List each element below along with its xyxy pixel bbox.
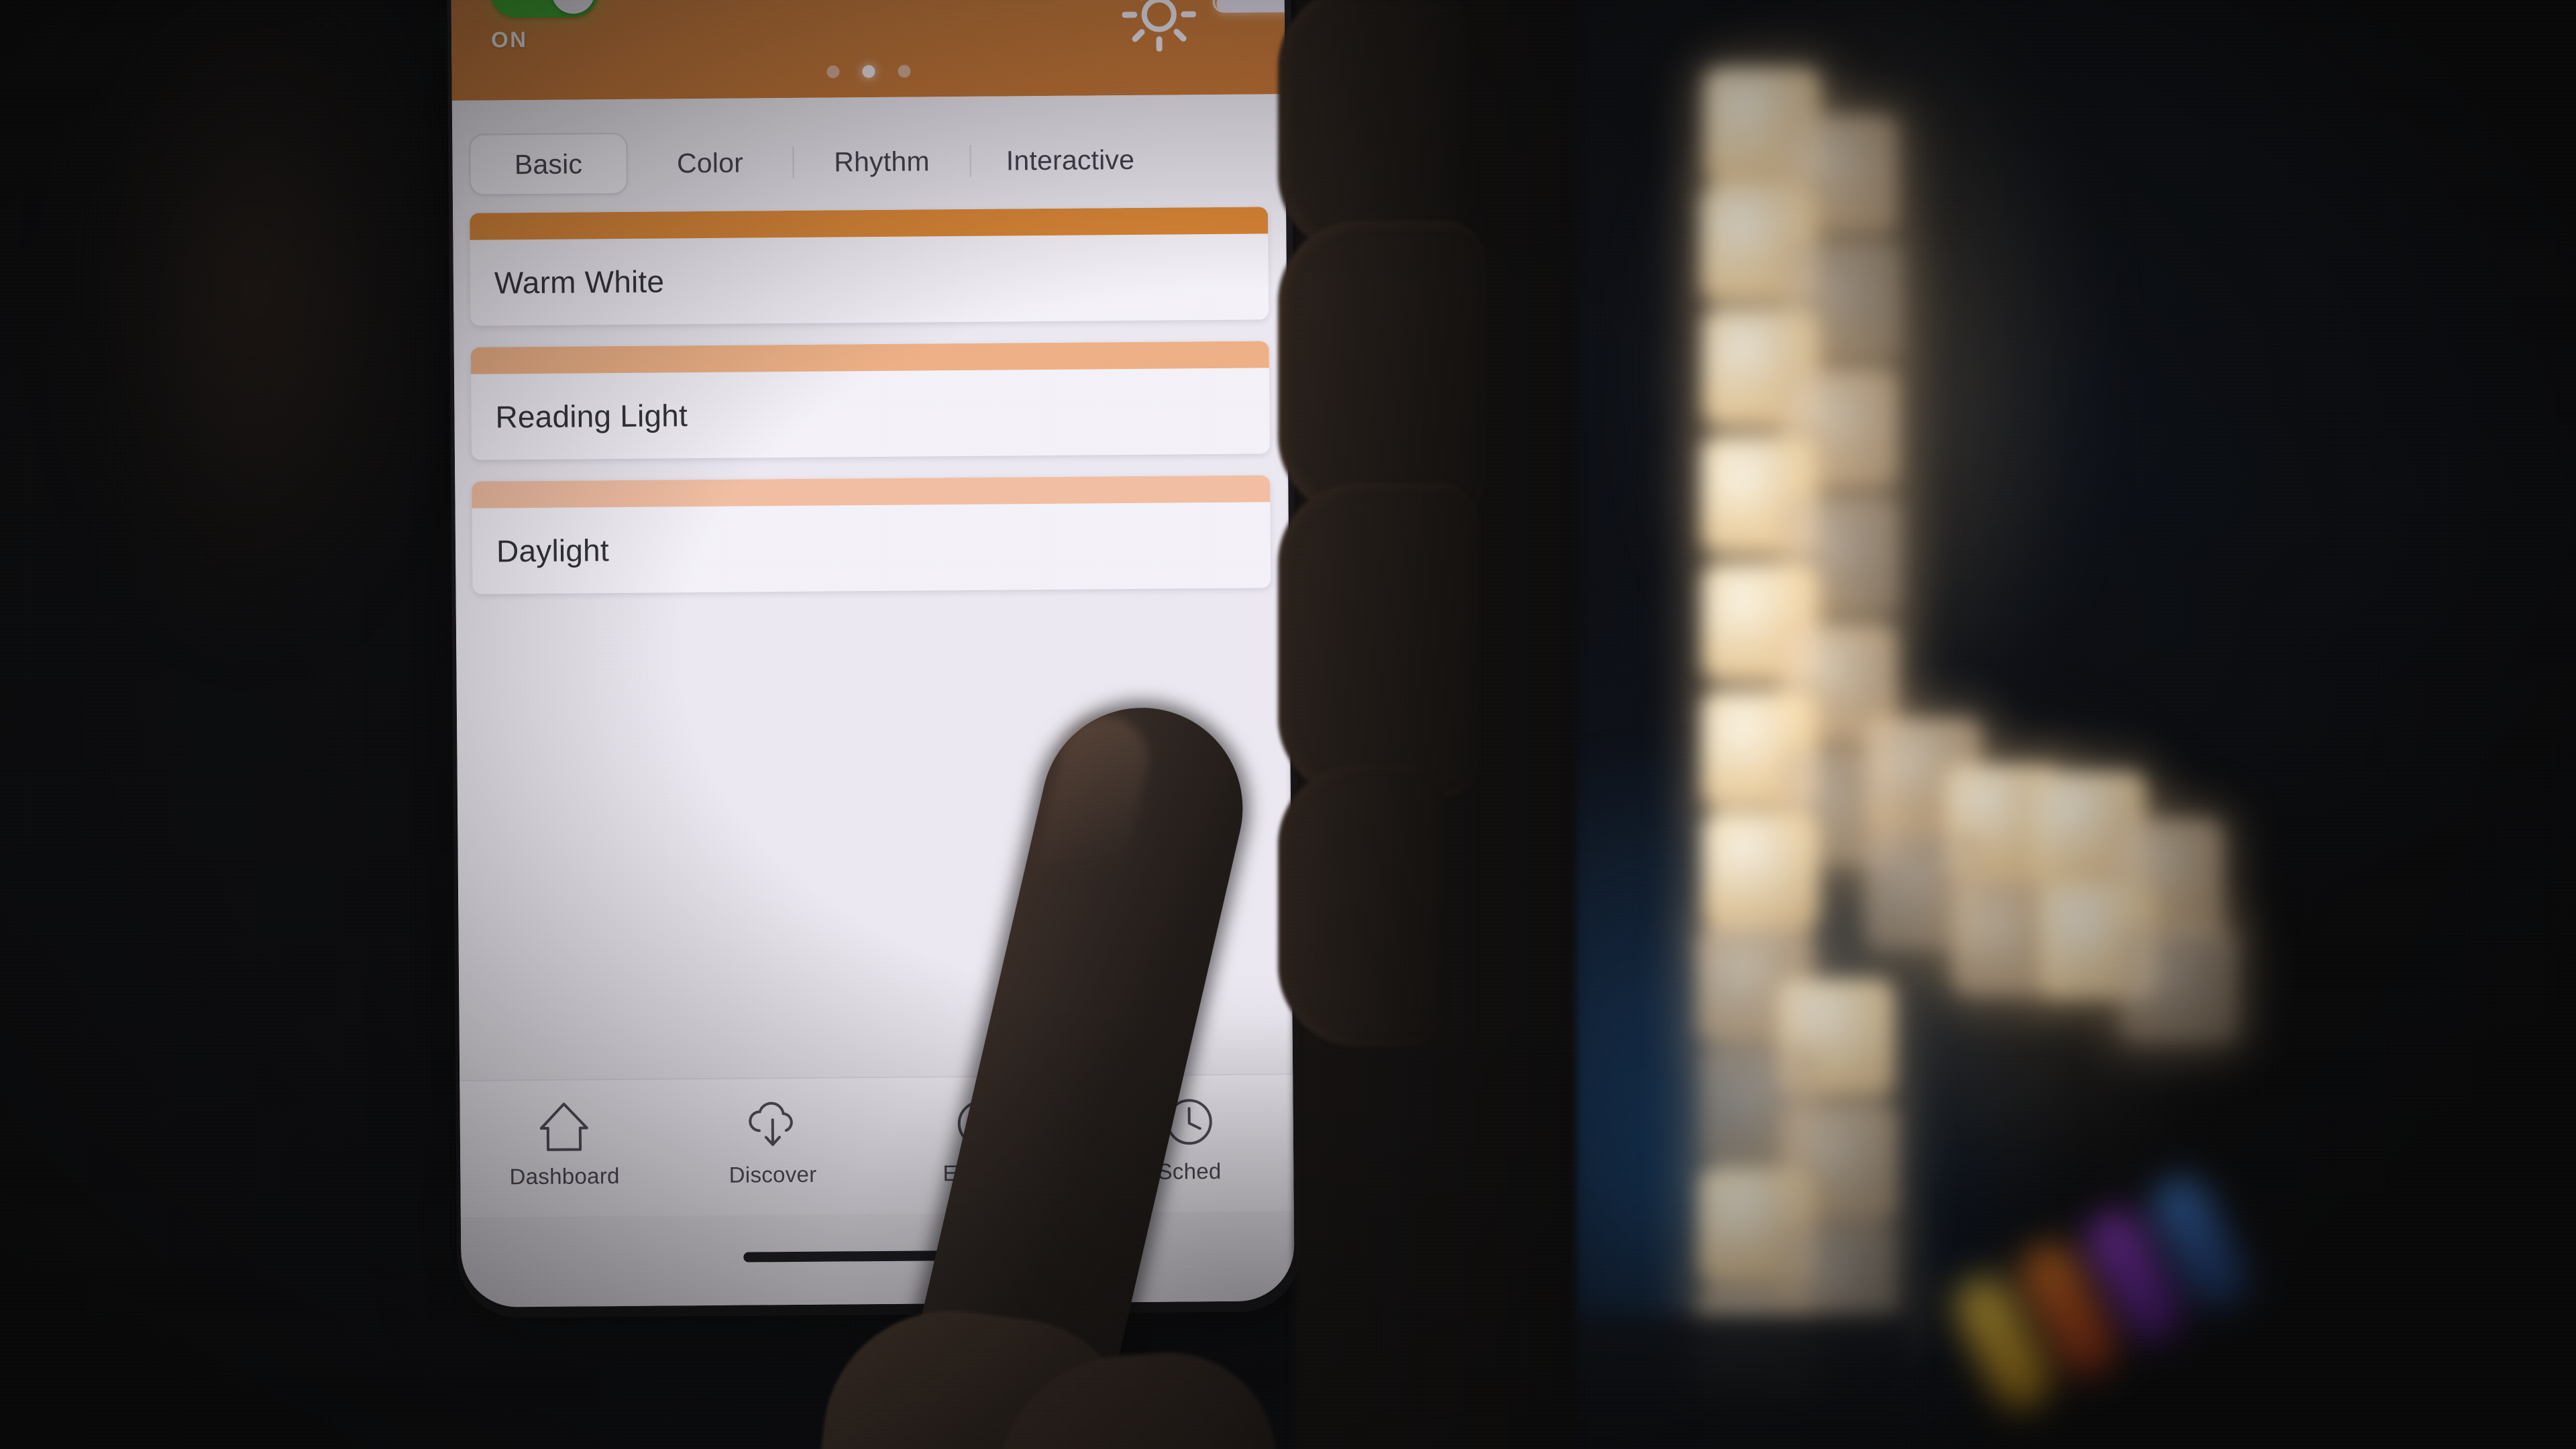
scene-category-tabs[interactable]: Basic Color Rhythm Interactive <box>469 129 1268 196</box>
tab-rhythm-label: Rhythm <box>834 145 930 177</box>
room-scene: ON Basic Color Rhythm Interactive Warm W… <box>0 0 2576 1449</box>
tab-interactive[interactable]: Interactive <box>971 130 1170 191</box>
tab-color[interactable]: Color <box>627 133 793 193</box>
power-toggle-group[interactable]: ON <box>490 0 605 52</box>
phone-screen: ON Basic Color Rhythm Interactive Warm W… <box>450 0 1295 1307</box>
power-state-label: ON <box>490 27 528 52</box>
scene-name: Daylight <box>496 533 610 569</box>
light-panel <box>1703 812 1820 929</box>
tab-basic-label: Basic <box>514 148 583 180</box>
nav-label-dashboard: Dashboard <box>509 1163 620 1189</box>
nav-item-schedule[interactable]: Sched <box>1085 1092 1294 1185</box>
compass-icon <box>953 1094 1010 1152</box>
device-header-panel: ON <box>450 0 1295 101</box>
slider-fill <box>1216 0 1295 13</box>
toggle-knob <box>551 0 595 14</box>
person-silhouette <box>0 0 429 953</box>
scene-card-reading-light[interactable]: Reading Light <box>470 341 1270 460</box>
phone-device: ON Basic Color Rhythm Interactive Warm W… <box>446 0 1301 1318</box>
tab-color-label: Color <box>676 147 744 178</box>
cloud-download-icon <box>744 1096 801 1155</box>
clock-icon <box>1161 1093 1218 1151</box>
scene-name: Warm White <box>494 264 665 301</box>
page-dot[interactable] <box>897 64 911 78</box>
scene-card-warm-white[interactable]: Warm White <box>470 207 1269 326</box>
tab-interactive-label: Interactive <box>1006 144 1135 176</box>
page-dot-active[interactable] <box>861 64 875 78</box>
tab-basic[interactable]: Basic <box>469 132 628 196</box>
nav-label-schedule: Sched <box>1157 1158 1222 1184</box>
light-panel <box>2120 926 2237 1043</box>
nav-item-dashboard[interactable]: Dashboard <box>460 1097 669 1189</box>
light-panel-cluster <box>1664 40 2415 1405</box>
nav-item-discover[interactable]: Discover <box>668 1095 877 1188</box>
home-indicator[interactable] <box>743 1250 1012 1263</box>
scene-name: Reading Light <box>495 398 688 435</box>
slider-track[interactable] <box>1212 0 1295 13</box>
nav-item-explore[interactable]: Explore <box>876 1094 1085 1187</box>
nav-label-discover: Discover <box>729 1161 817 1187</box>
shelf-silhouette <box>1442 1315 1912 1449</box>
scene-card-daylight[interactable]: Daylight <box>472 475 1271 594</box>
nav-label-explore: Explore <box>943 1160 1020 1186</box>
power-toggle-switch[interactable] <box>490 0 598 18</box>
page-dot[interactable] <box>826 65 840 78</box>
bottom-navigation-bar[interactable]: Dashboard Discover Explore Sched <box>460 1073 1294 1218</box>
tab-rhythm[interactable]: Rhythm <box>794 131 970 192</box>
home-icon <box>536 1097 593 1156</box>
scene-list: Warm White Reading Light Daylight <box>470 207 1271 615</box>
screen-body: Basic Color Rhythm Interactive Warm Whit… <box>451 94 1295 1307</box>
